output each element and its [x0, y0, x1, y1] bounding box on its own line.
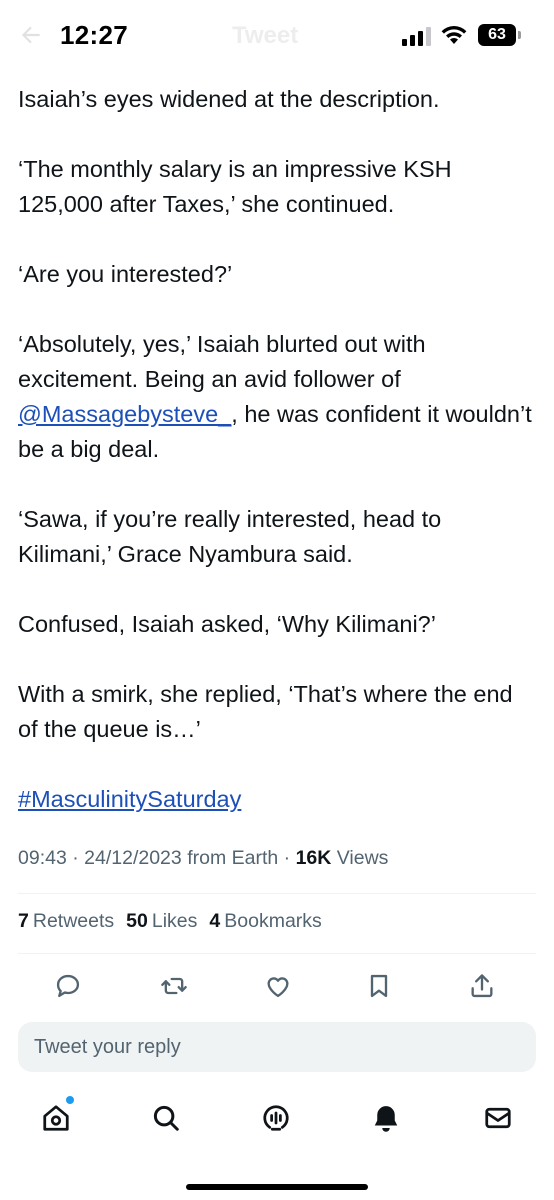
battery-cap — [518, 31, 521, 39]
battery-indicator: 63 — [478, 24, 516, 46]
notifications-icon — [374, 1106, 398, 1132]
tab-messages[interactable] — [470, 1090, 526, 1146]
retweets-stat[interactable]: 7 Retweets — [18, 910, 114, 933]
tweet-actions — [0, 962, 554, 1010]
likes-label: Likes — [151, 910, 198, 932]
meta-separator: · — [283, 847, 291, 869]
views-label: Views — [336, 847, 389, 869]
search-icon — [153, 1105, 179, 1131]
tab-search[interactable] — [138, 1090, 194, 1146]
bookmarks-count: 4 — [209, 910, 221, 932]
retweets-label: Retweets — [32, 910, 115, 932]
like-icon — [267, 977, 289, 998]
tab-notifications[interactable] — [358, 1090, 414, 1146]
tweet-source: from Earth — [187, 847, 279, 869]
tweet-paragraph: #MasculinitySaturday — [18, 782, 538, 817]
hashtag-link[interactable]: #MasculinitySaturday — [18, 786, 241, 812]
engagement-stats: 7 Retweets 50 Likes 4 Bookmarks — [18, 910, 322, 933]
tab-home[interactable] — [28, 1090, 84, 1146]
cellular-signal-icon — [402, 27, 431, 46]
tweet-paragraph: ‘Are you interested?’ — [18, 261, 233, 287]
tweet-text-fragment: ‘Absolutely, yes,’ Isaiah blurted out wi… — [18, 331, 426, 392]
tweet-paragraph: With a smirk, she replied, ‘That’s where… — [18, 681, 513, 742]
reply-button[interactable] — [44, 962, 92, 1010]
bookmark-icon — [370, 974, 388, 998]
bottom-tab-bar — [0, 1090, 554, 1146]
nav-title: Tweet — [232, 22, 299, 49]
notification-dot — [66, 1096, 74, 1104]
divider — [18, 893, 536, 894]
reply-icon — [56, 974, 80, 998]
status-time: 12:27 — [60, 20, 128, 50]
messages-icon — [485, 1107, 511, 1129]
views-count: 16K — [295, 847, 332, 869]
likes-stat[interactable]: 50 Likes — [126, 910, 197, 933]
tweet-time: 09:43 — [18, 847, 67, 869]
home-icon — [43, 1105, 69, 1131]
wifi-icon — [441, 26, 467, 44]
likes-count: 50 — [126, 910, 148, 932]
tweet-paragraph: ‘Absolutely, yes,’ Isaiah blurted out wi… — [18, 327, 538, 467]
share-button[interactable] — [458, 962, 506, 1010]
tweet-paragraph: ‘The monthly salary is an impressive KSH… — [18, 156, 452, 217]
mention-link[interactable]: @Massagebysteve_ — [18, 401, 231, 427]
tweet-paragraph: ‘Sawa, if you’re really interested, head… — [18, 506, 442, 567]
bookmarks-label: Bookmarks — [224, 910, 322, 932]
tweet-paragraph: Confused, Isaiah asked, ‘Why Kilimani?’ — [18, 611, 436, 637]
retweet-button[interactable] — [150, 962, 198, 1010]
retweets-count: 7 — [18, 910, 29, 932]
tab-spaces[interactable] — [248, 1090, 304, 1146]
back-arrow-icon[interactable] — [18, 22, 44, 53]
tweet-paragraph: Isaiah’s eyes widened at the description… — [18, 86, 440, 112]
like-button[interactable] — [254, 962, 302, 1010]
spaces-icon — [263, 1105, 289, 1131]
meta-separator: · — [72, 847, 79, 869]
tweet-meta: 09:43 · 24/12/2023 from Earth · 16K View… — [18, 847, 388, 870]
retweet-icon — [161, 977, 187, 995]
home-indicator — [186, 1184, 368, 1190]
bookmarks-stat[interactable]: 4 Bookmarks — [209, 910, 321, 933]
divider — [18, 953, 536, 954]
reply-input[interactable]: Tweet your reply — [18, 1022, 536, 1072]
status-bar: Tweet 12:27 63 — [0, 0, 554, 72]
tweet-date: 24/12/2023 — [84, 847, 182, 869]
tweet-text: Isaiah’s eyes widened at the description… — [18, 82, 538, 852]
share-icon — [471, 974, 493, 998]
bookmark-button[interactable] — [355, 962, 403, 1010]
